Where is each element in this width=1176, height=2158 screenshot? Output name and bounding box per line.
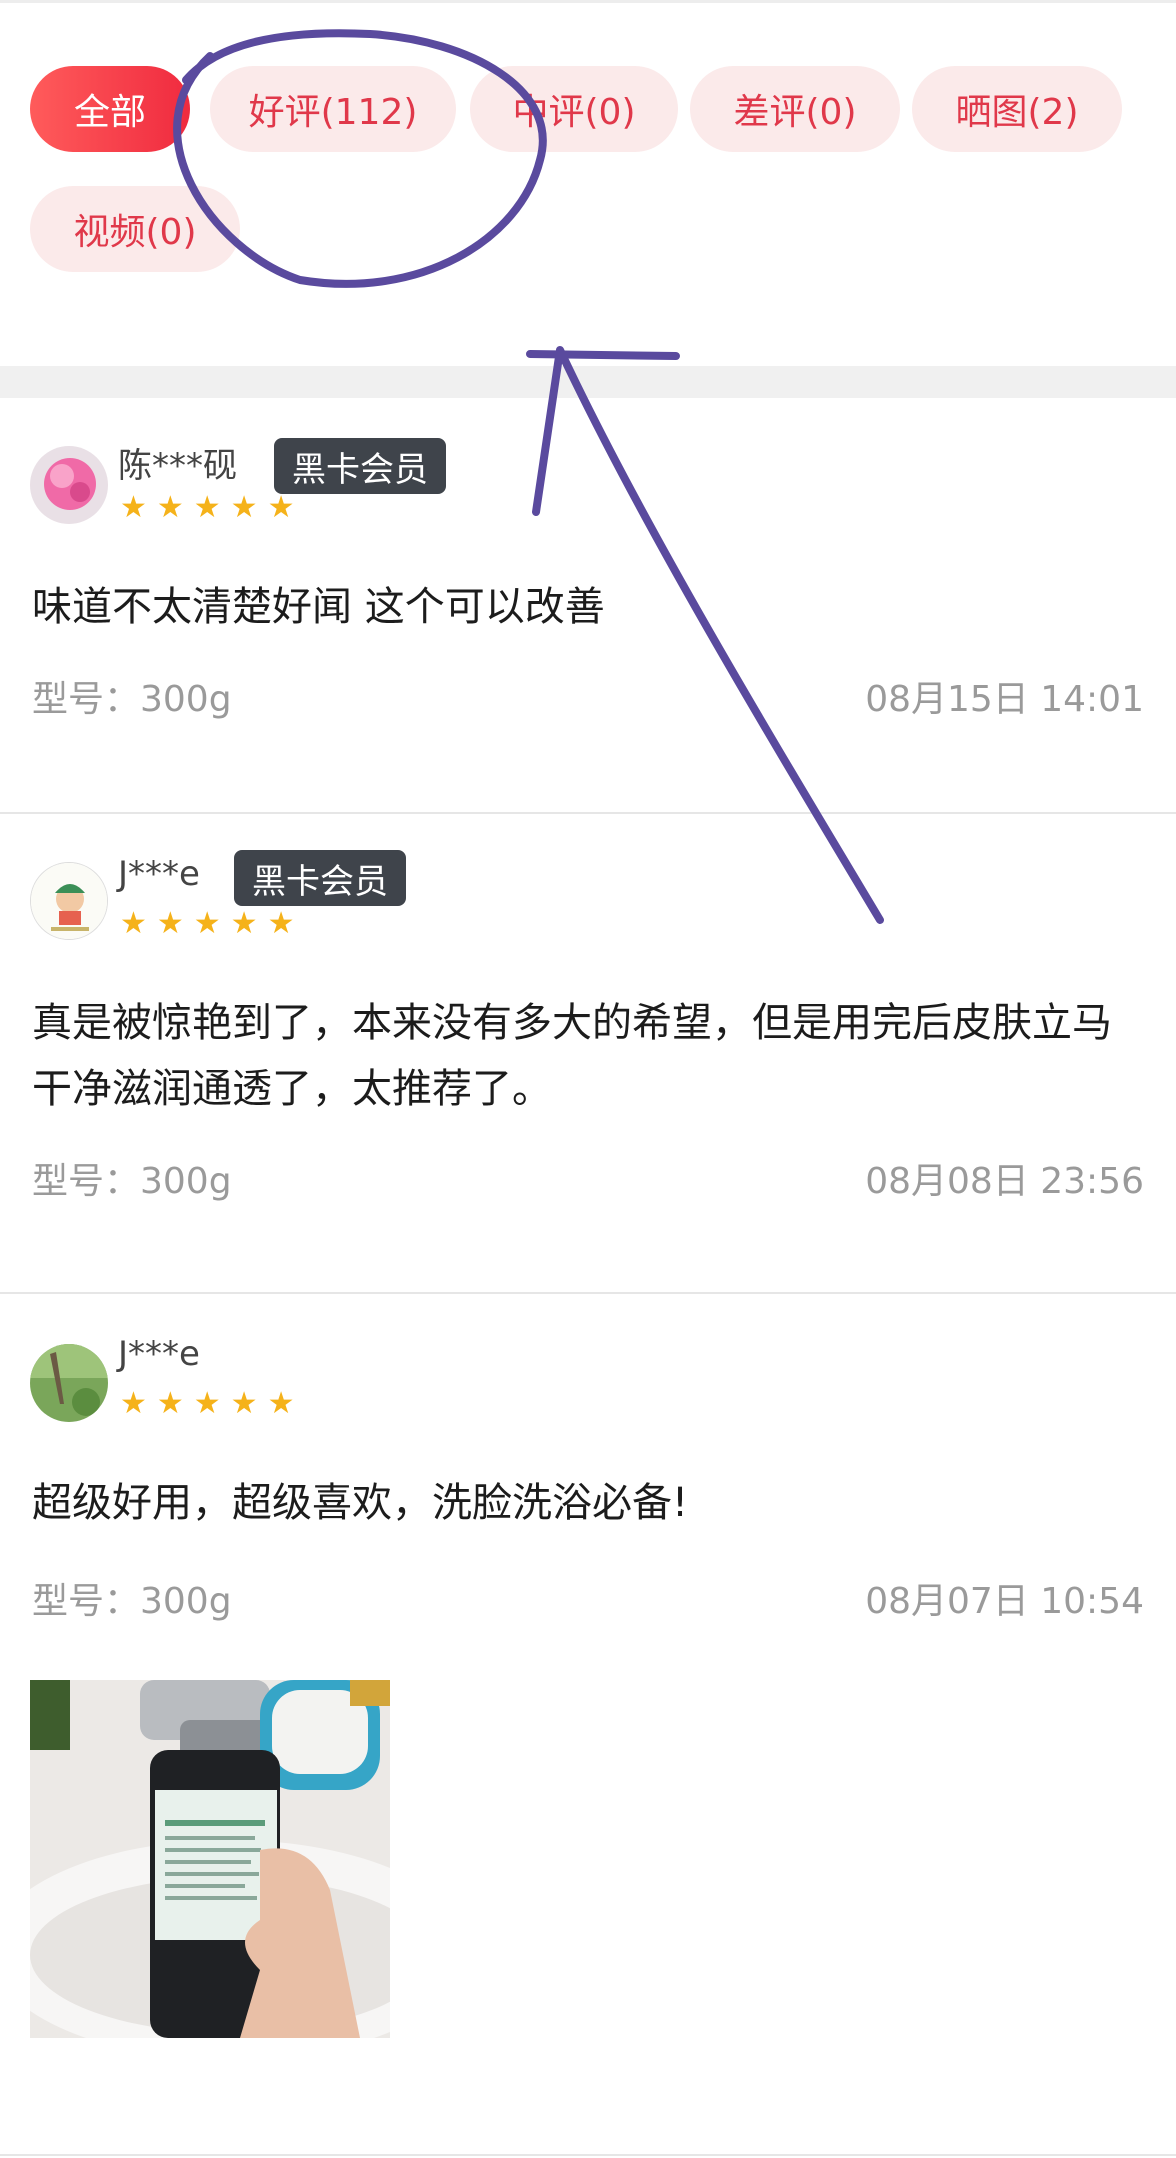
reviewer-name: J***e [118,1334,200,1374]
model-spec: 型号：300g [32,1581,232,1622]
avatar[interactable] [30,446,108,524]
review-photo[interactable] [30,1680,390,2038]
review-date: 08月07日 10:54 [865,1581,1144,1622]
model-spec: 型号：300g [32,1161,232,1202]
model-spec: 型号：300g [32,679,232,720]
review-item: J***e 黑卡会员 ★★★★★ 真是被惊艳到了，本来没有多大的希望，但是用完后… [0,814,1176,1292]
review-text: 味道不太清楚好闻 这个可以改善 [32,584,605,630]
review-filter-bar: 全部 好评(112) 中评(0) 差评(0) 晒图(2) 视频(0) [0,0,1176,366]
member-badge: 黑卡会员 [274,438,446,494]
filter-neutral[interactable]: 中评(0) [470,66,678,152]
rating-stars: ★★★★★ [120,490,305,525]
review-item: 陈***砚 黑卡会员 ★★★★★ 味道不太清楚好闻 这个可以改善 型号：300g… [0,398,1176,812]
filter-positive-label: 好评(112) [248,92,418,133]
reviewer-name: J***e [118,854,200,894]
avatar[interactable] [30,862,108,940]
review-text: 超级好用，超级喜欢，洗脸洗浴必备! [32,1480,689,1526]
filter-photos-label: 晒图(2) [955,92,1079,133]
reviewer-name: 陈***砚 [118,446,237,486]
section-gap [0,366,1176,398]
filter-videos[interactable]: 视频(0) [30,186,240,272]
review-item: J***e ★★★★★ 超级好用，超级喜欢，洗脸洗浴必备! 型号：300g 08… [0,1294,1176,2156]
review-date: 08月08日 23:56 [865,1161,1144,1202]
filter-photos[interactable]: 晒图(2) [912,66,1122,152]
member-badge: 黑卡会员 [234,850,406,906]
filter-all-label: 全部 [73,92,146,133]
review-divider [0,2154,1176,2156]
avatar[interactable] [30,1344,108,1422]
filter-neutral-label: 中评(0) [512,92,636,133]
review-date: 08月15日 14:01 [865,679,1144,720]
filter-videos-label: 视频(0) [73,212,197,253]
review-text: 真是被惊艳到了，本来没有多大的希望，但是用完后皮肤立马干净滋润通透了，太推荐了。 [32,1000,1112,1112]
filter-negative[interactable]: 差评(0) [690,66,900,152]
rating-stars: ★★★★★ [120,906,305,941]
filter-negative-label: 差评(0) [733,92,857,133]
filter-positive[interactable]: 好评(112) [210,66,456,152]
filter-all[interactable]: 全部 [30,66,190,152]
rating-stars: ★★★★★ [120,1386,305,1421]
